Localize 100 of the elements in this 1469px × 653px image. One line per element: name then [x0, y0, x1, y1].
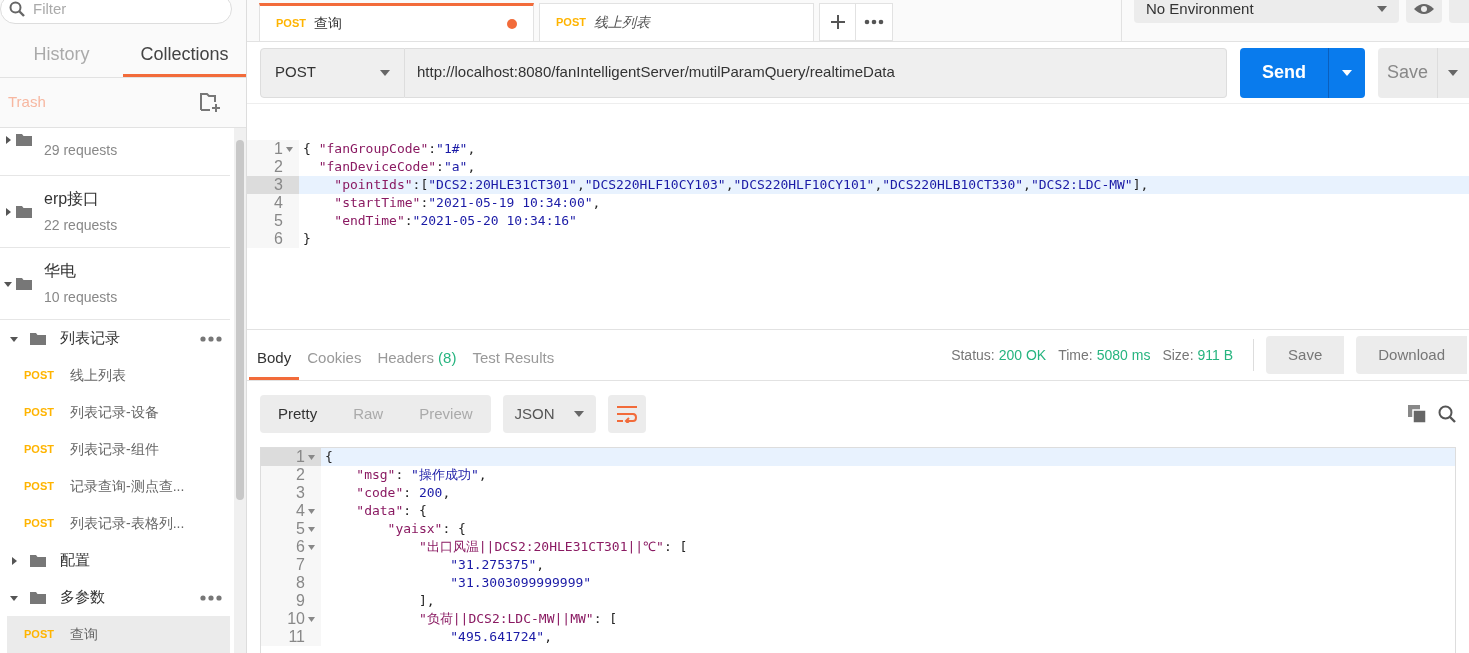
caret-down-icon — [1377, 6, 1387, 12]
plus-icon[interactable] — [830, 15, 845, 29]
wrap-lines-icon — [615, 405, 638, 423]
code-line: "data": { — [355, 502, 427, 521]
request-name: 线上列表 — [70, 366, 126, 385]
fold-caret-icon[interactable] — [307, 508, 315, 514]
code-line: "msg": "操作成功", — [355, 466, 487, 485]
url-field[interactable]: http://localhost:8080/fanIntelligentServer/mutilParamQuery/realtimeData — [405, 47, 1227, 98]
method-label: POST — [24, 627, 55, 643]
stat-label: Time: — [1058, 345, 1093, 365]
method-label: POST — [24, 442, 55, 458]
stat-label: Status: — [951, 345, 995, 365]
request-name: 列表记录-表格列... — [70, 514, 185, 533]
request-item[interactable]: POST 线上列表 — [7, 357, 230, 394]
new-collection-icon[interactable] — [200, 92, 222, 113]
request-count: 10 requests — [44, 288, 118, 307]
code-line: } — [302, 230, 311, 249]
caret-right-icon[interactable] — [4, 135, 12, 144]
method-label: POST — [24, 405, 55, 421]
request-item[interactable]: POST 记录查询-测点查... — [7, 468, 230, 505]
line-number: 9 — [296, 591, 305, 611]
eye-icon — [1414, 3, 1434, 15]
code-line: { "fanGroupCode":"1#", — [302, 140, 476, 159]
more-icon[interactable] — [864, 19, 884, 25]
response-button[interactable]: Download — [1356, 336, 1467, 374]
code-line: "负荷||DCS2:LDC-MW||MW": [ — [417, 610, 618, 629]
fold-caret-icon[interactable] — [307, 454, 315, 460]
tab-title: 查询 — [313, 14, 342, 33]
request-tab[interactable]: POST 线上列表 — [539, 3, 814, 41]
line-number: 4 — [296, 501, 305, 521]
caret-right-icon[interactable] — [10, 556, 18, 565]
folder-icon — [30, 554, 46, 567]
request-count: 22 requests — [44, 216, 118, 235]
code-line: "code": 200, — [355, 484, 451, 503]
caret-down-icon[interactable] — [4, 279, 12, 288]
fold-caret-icon[interactable] — [307, 544, 315, 550]
code-line: "endTime":"2021-05-20 10:34:16" — [333, 212, 577, 231]
line-number: 5 — [274, 211, 283, 231]
caret-down-icon — [380, 69, 390, 76]
collection-name[interactable]: erp接口 — [44, 187, 118, 211]
more-icon[interactable] — [200, 594, 222, 601]
collection-name[interactable]: 华电 — [44, 259, 118, 283]
line-number: 2 — [274, 157, 283, 177]
fold-caret-icon[interactable] — [285, 146, 293, 152]
request-tab[interactable]: POST 查询 — [259, 3, 534, 41]
environment-select[interactable]: No Environment — [1134, 0, 1399, 23]
folder-icon — [16, 205, 32, 218]
caret-right-icon[interactable] — [4, 207, 12, 216]
request-item[interactable]: POST 列表记录-表格列... — [7, 505, 230, 542]
request-item[interactable]: POST 列表记录-设备 — [7, 394, 230, 431]
search-icon — [9, 1, 25, 17]
more-icon[interactable] — [200, 335, 222, 342]
caret-down-icon[interactable] — [10, 334, 18, 343]
folder-name[interactable]: 列表记录 — [60, 327, 120, 350]
copy-icon[interactable] — [1408, 405, 1426, 423]
sidebar-tab[interactable]: Collections — [123, 34, 246, 77]
code-line: ], — [417, 592, 435, 611]
code-line: "yaisx": { — [386, 520, 466, 539]
line-number: 7 — [296, 555, 305, 575]
code-line: "startTime":"2021-05-19 10:34:00", — [333, 194, 601, 213]
line-number: 6 — [274, 229, 283, 249]
code-line: "31.275375", — [449, 556, 545, 575]
request-name: 查询 — [70, 625, 98, 644]
folder-name[interactable]: 配置 — [60, 549, 90, 572]
fold-caret-icon[interactable] — [307, 616, 315, 622]
wrap-button[interactable] — [607, 395, 646, 433]
code-line: "出口风温||DCS2:20HLE31CT301||℃": [ — [417, 538, 688, 557]
stat-value: 5080 ms — [1096, 345, 1151, 365]
folder-icon — [16, 133, 32, 146]
format-select[interactable]: JSON — [502, 395, 596, 433]
method-select[interactable]: POST — [260, 47, 405, 98]
filter-input[interactable]: Filter — [33, 0, 213, 21]
line-number: 8 — [296, 573, 305, 593]
fold-caret-icon[interactable] — [307, 526, 315, 532]
tab-title: 线上列表 — [593, 13, 650, 32]
eye-button[interactable] — [1406, 0, 1442, 23]
caret-down-icon — [1448, 69, 1458, 76]
view-toggle[interactable]: Pretty — [260, 395, 336, 433]
filter-field[interactable]: Filter — [0, 0, 232, 24]
response-tab[interactable]: Body — [249, 340, 300, 380]
scrollbar-thumb[interactable] — [236, 140, 244, 500]
line-number: 11 — [288, 627, 305, 647]
folder-name[interactable]: 多参数 — [60, 586, 105, 609]
caret-down-icon[interactable] — [10, 593, 18, 602]
method-label: POST — [24, 479, 55, 495]
method-label: POST — [556, 15, 586, 31]
request-name: 列表记录-组件 — [70, 440, 159, 459]
method-label: POST — [24, 368, 55, 384]
line-number: 10 — [287, 609, 305, 629]
request-item[interactable]: POST 列表记录-组件 — [7, 431, 230, 468]
folder-icon — [16, 277, 32, 290]
code-line: "pointIds":["DCS2:20HLE31CT301","DCS220HLF10CY103","DCS220HLF10CY101","DCS220HLB10CT330","DCS2:LDC-MW"], — [333, 176, 1149, 195]
request-name: 列表记录-设备 — [70, 403, 159, 422]
line-number: 2 — [296, 465, 305, 485]
code-line: "fanDeviceCode":"a", — [317, 158, 476, 177]
folder-icon — [30, 332, 46, 345]
response-button[interactable]: Save — [1266, 336, 1345, 374]
line-number: 3 — [296, 483, 305, 503]
search-icon[interactable] — [1438, 405, 1456, 423]
request-item[interactable]: POST 查询 — [7, 616, 230, 653]
